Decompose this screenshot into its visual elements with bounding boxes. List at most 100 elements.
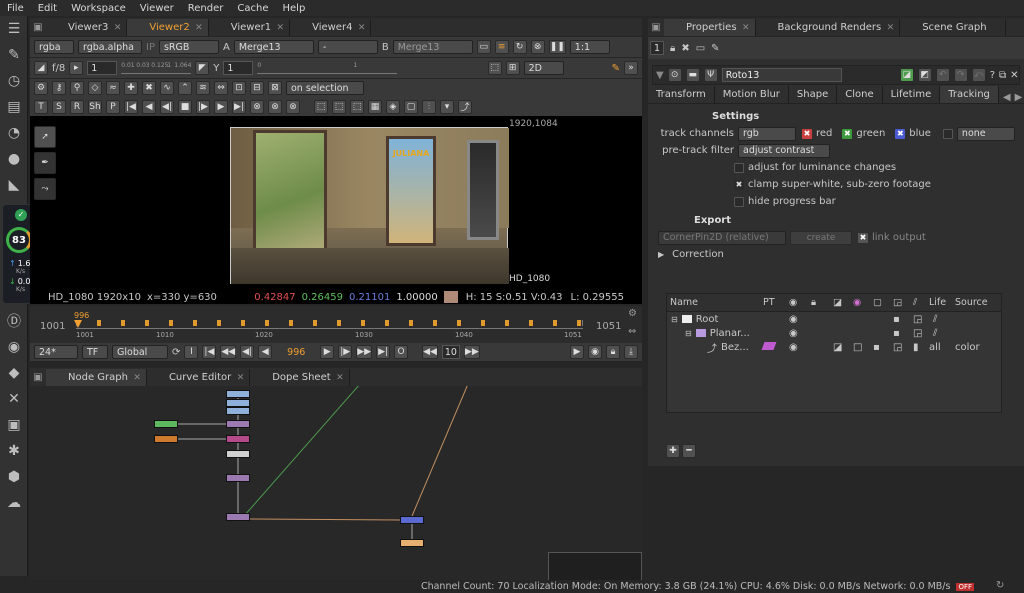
node-blue[interactable] [400,516,424,524]
tab-viewer2[interactable]: Viewer2 ✕ [127,19,209,36]
node-read[interactable] [226,399,250,407]
close-icon[interactable]: ✕ [1010,70,1018,81]
close-icon[interactable]: ✕ [742,23,750,33]
timeline[interactable]: 1001 1051 996 1001 1010 1020 1030 1040 1… [30,306,642,344]
node-roto[interactable] [226,513,250,521]
tab-scene-graph[interactable]: Scene Graph [900,19,1006,36]
timeline-settings-icon[interactable]: ⚙ [628,308,637,319]
loop-icon[interactable]: ⟳ [172,347,180,358]
node-green[interactable] [154,420,178,428]
edit-icon[interactable]: ✎ [711,43,719,54]
lock-icon[interactable]: 🔒︎ [670,43,675,54]
selection-mode-select[interactable]: on selection [286,81,364,95]
pen-icon[interactable]: ✎ [0,42,28,68]
tab-lifetime[interactable]: Lifetime [883,86,941,103]
frame-field[interactable]: 996 [276,345,317,359]
flipbook-icon[interactable]: ▶ [570,345,584,359]
channels-select[interactable]: rgba [34,40,74,54]
node-name-field[interactable]: Roto13 [721,68,842,82]
collapse-icon[interactable]: ⊟ [685,329,692,338]
float-icon[interactable]: ▭ [696,43,705,54]
header-life[interactable]: Life [929,297,955,308]
navigator-minimap[interactable] [548,552,642,582]
menu-icon[interactable]: ☰ [0,16,28,42]
export-icon[interactable]: ⤴ [458,99,472,114]
header-pt[interactable]: PT [763,297,789,308]
timeline-zoom-icon[interactable]: ⇔ [628,326,636,337]
close-icon[interactable]: ✕ [195,23,203,33]
layer-row[interactable]: ⤴ Bez... ◉ ◪ □ ▪ ◲ ▮ all color [667,340,1001,355]
brush-icon[interactable]: ✎ [612,63,620,74]
tab-clone[interactable]: Clone [837,86,883,103]
out-point-button[interactable]: O [394,345,409,359]
blend-check[interactable]: ◲ [913,328,933,339]
menu-cache[interactable]: Cache [230,3,275,14]
menu-help[interactable]: Help [276,3,313,14]
composite-select[interactable]: - [317,40,378,54]
close-icon[interactable]: ✕ [336,373,344,383]
add-layer-button[interactable]: ✚ [666,444,680,458]
clock-icon[interactable]: ◷ [0,68,28,94]
blend-check[interactable]: ◲ [893,342,913,353]
track-fwd-step-icon[interactable]: |▶ [196,99,210,114]
tab-scroll-left-icon[interactable]: ◀ [1003,92,1011,103]
tab-motion-blur[interactable]: Motion Blur [715,86,789,103]
capture-icon[interactable]: ◉ [588,345,602,359]
feather-link-icon[interactable]: ⇔ [214,81,228,95]
in-point-button[interactable]: I [184,345,199,359]
luminance-checkbox[interactable] [734,162,744,173]
add-point-icon[interactable]: ✚ [124,81,138,95]
b-input-select[interactable]: Merge13 [392,40,473,54]
close-icon[interactable]: ✕ [887,23,895,33]
menu-render[interactable]: Render [181,3,231,14]
pretrack-select[interactable]: adjust contrast [738,143,830,158]
next-key-icon[interactable]: ▶▶ [356,345,373,359]
tab-dope-sheet[interactable]: Dope Sheet ✕ [250,369,350,386]
expand-icon[interactable]: ▶ [658,250,664,259]
skip-back-icon[interactable]: ◀◀ [422,345,438,359]
dropdown-icon[interactable]: ▾ [440,99,454,114]
shear-button[interactable]: Sh [88,99,102,114]
overlay-check[interactable]: ▪ [893,328,913,339]
extra-channel-select[interactable]: none [956,126,1015,141]
skip-fwd-icon[interactable]: ▶▶ [463,345,480,359]
wave-icon[interactable]: ≈ [106,81,120,95]
perspective-button[interactable]: P [106,99,120,114]
roi-icon[interactable]: ▭ [476,40,491,54]
tab-scroll-right-icon[interactable]: ▶ [1015,92,1023,103]
close-icon[interactable]: ✕ [133,373,141,383]
chart-icon[interactable]: ◣ [0,172,28,198]
tab-transform[interactable]: Transform [648,86,715,103]
particle-icon[interactable]: ✱ [0,438,28,464]
blend-check[interactable]: ◲ [913,314,933,325]
track-back-step-icon[interactable]: ◀| [160,99,174,114]
header-name[interactable]: Name [667,297,763,308]
lut-select[interactable]: sRGB [158,40,219,54]
tab-properties[interactable]: Properties ✕ [664,19,756,36]
node-transform[interactable] [226,450,250,458]
stop-icon[interactable]: ⊗ [530,40,545,54]
float-panel-icon[interactable]: ⧉ [999,70,1006,81]
remove-point-icon[interactable]: ✖ [142,81,156,95]
node-merge[interactable] [226,420,250,428]
redo-icon[interactable]: ↷ [953,68,968,82]
overlay-check[interactable]: ▪ [873,342,893,353]
visible-icon[interactable]: ◉ [789,314,811,325]
corner-pin-2-icon[interactable]: ⬚ [332,99,346,114]
header-source[interactable]: Source [955,297,988,308]
lock-icon[interactable]: ⊠ [268,81,282,95]
menu-edit[interactable]: Edit [31,3,64,14]
fps-select[interactable]: 24* [34,345,78,359]
layer-row[interactable]: ⊟ Root ◉ ▪ ◲ ⫽ [667,312,1001,326]
feather-icon[interactable]: ≋ [196,81,210,95]
eye-icon[interactable]: ◉ [0,334,28,360]
max-panels-field[interactable]: 1 [650,41,664,55]
layer-row[interactable]: ⊟ Planar... ◉ ▪ ◲ ⫽ [667,326,1001,340]
transform-button[interactable]: T [34,99,48,114]
tf-select[interactable]: TF [82,345,108,359]
cusp-icon[interactable]: ⌃ [178,81,192,95]
last-frame-icon[interactable]: ▶| [376,345,391,359]
revert-icon[interactable]: ⤺ [971,68,986,82]
shape-color-swatch[interactable] [761,341,777,350]
tab-tracking[interactable]: Tracking [940,86,999,103]
